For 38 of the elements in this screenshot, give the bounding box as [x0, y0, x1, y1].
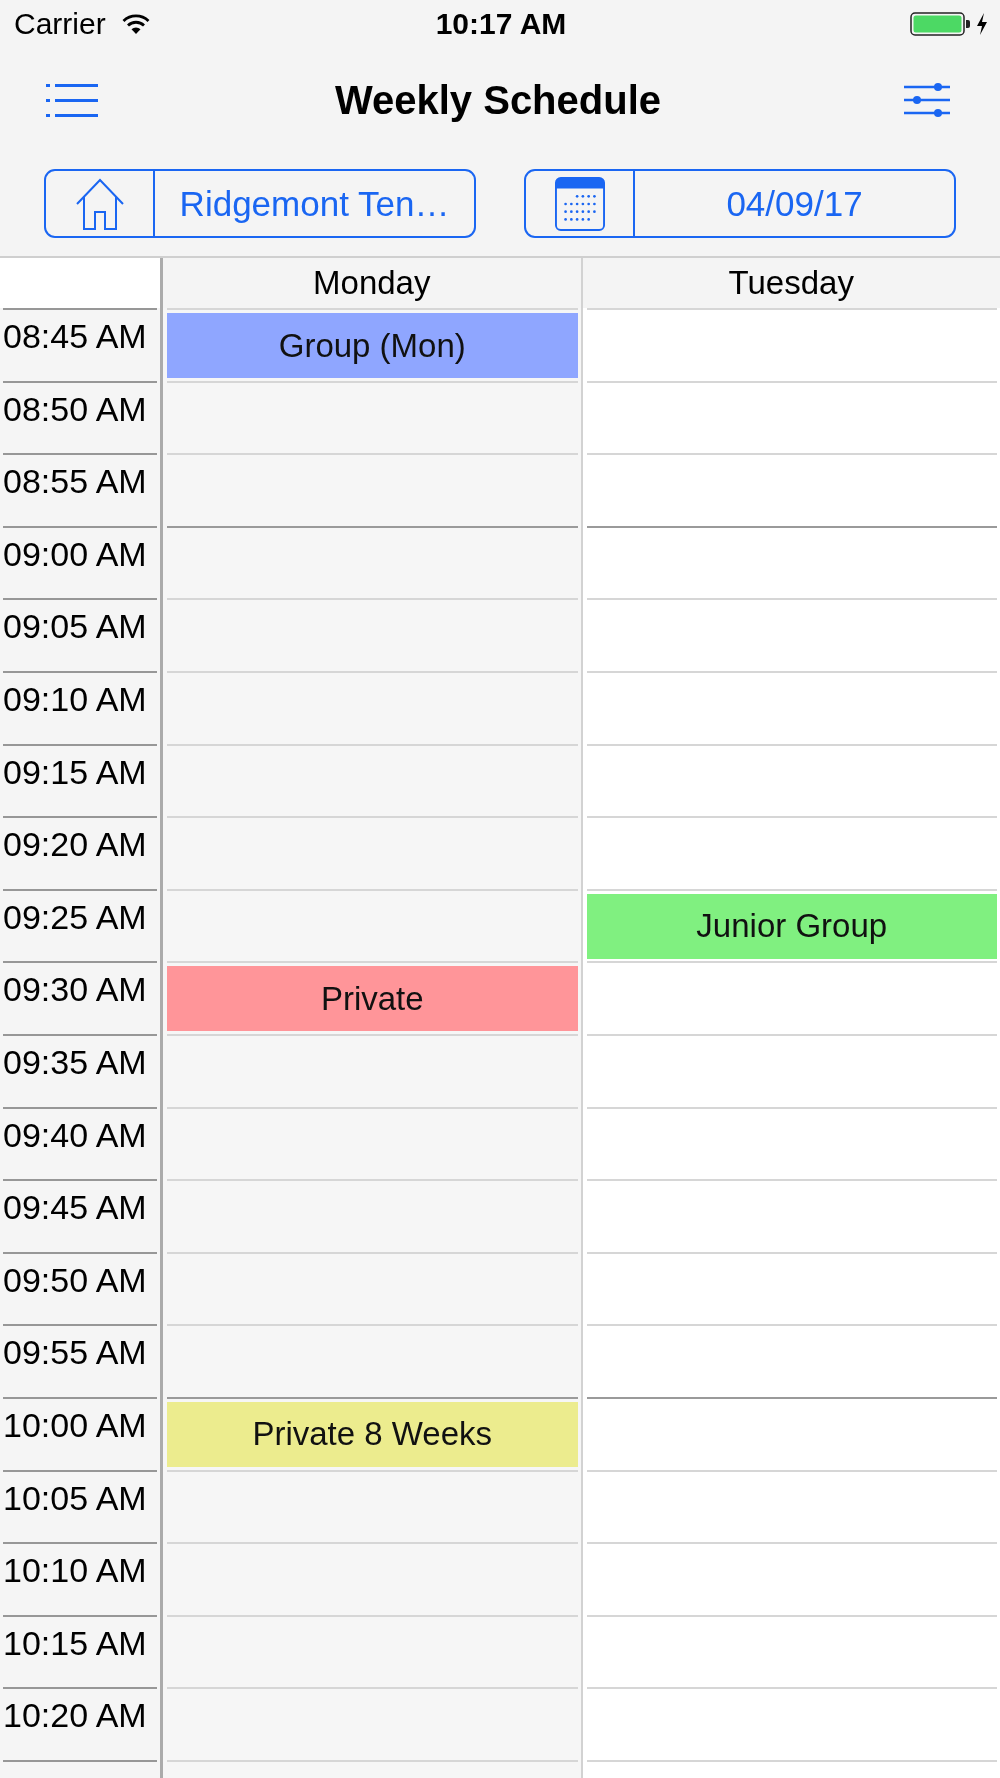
carrier-name: Carrier [14, 9, 106, 39]
time-label: 10:05 AM [3, 1477, 148, 1515]
time-label: 09:55 AM [3, 1332, 148, 1370]
time-label: 10:00 AM [3, 1404, 148, 1442]
screen-title: Weekly Schedule [334, 80, 662, 120]
time-label: 09:45 AM [3, 1187, 148, 1225]
time-label: 09:10 AM [3, 678, 148, 716]
time-label: 08:50 AM [3, 388, 148, 426]
battery-icon [910, 12, 970, 36]
time-label: 09:25 AM [3, 896, 148, 934]
time-label: 08:55 AM [3, 461, 148, 499]
date-selector[interactable]: 04/09/17 [524, 169, 956, 238]
time-label: 08:45 AM [3, 316, 148, 353]
location-selector[interactable]: Ridgemont Ten… [44, 169, 476, 238]
time-label: 09:20 AM [3, 824, 148, 862]
time-label: 10:10 AM [3, 1550, 148, 1588]
charging-icon [976, 13, 988, 35]
event-block[interactable]: Private 8 Weeks [167, 1401, 578, 1467]
time-label: 09:50 AM [3, 1259, 148, 1297]
event-block[interactable]: Private [167, 966, 578, 1032]
time-label: 09:00 AM [3, 533, 148, 571]
event-block[interactable]: Junior Group [586, 893, 997, 959]
wifi-icon [121, 14, 150, 34]
calendar-icon [554, 176, 605, 231]
time-label: 09:15 AM [3, 751, 148, 789]
time-label: 10:15 AM [3, 1622, 148, 1660]
home-icon [74, 176, 125, 231]
status-time: 10:17 AM [435, 9, 567, 39]
time-label: 09:30 AM [3, 969, 148, 1007]
time-label: 09:35 AM [3, 1041, 148, 1079]
filter-settings-icon[interactable] [904, 83, 950, 117]
day-header: Tuesday [582, 258, 1000, 308]
time-label: 09:05 AM [3, 606, 148, 644]
day-header: Monday [163, 258, 581, 308]
time-label: 10:20 AM [3, 1695, 148, 1733]
menu-icon[interactable] [46, 83, 98, 117]
time-label: 09:40 AM [3, 1114, 148, 1152]
event-block[interactable]: Group (Mon) [167, 313, 578, 378]
